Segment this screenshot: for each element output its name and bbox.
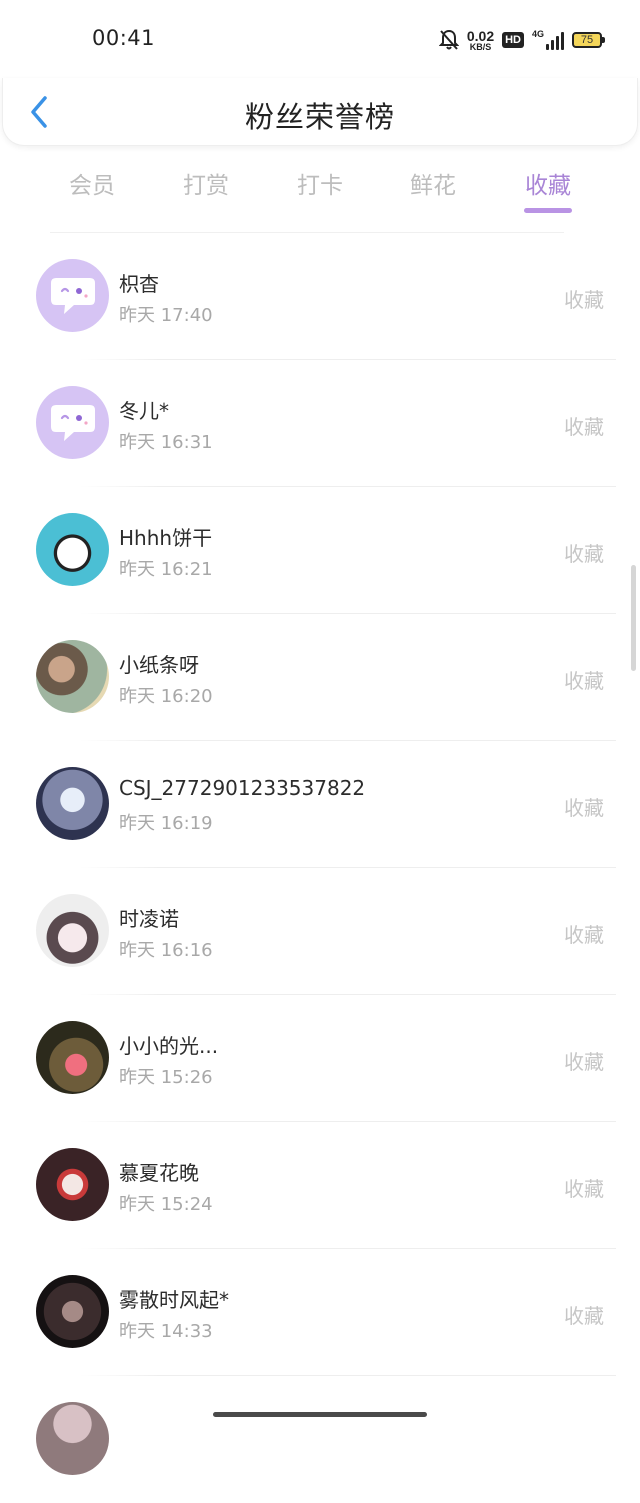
status-icons: 0.02 KB/S HD 4G 75: [438, 26, 605, 54]
list-item[interactable]: 枳杳 昨天 17:40 收藏: [0, 233, 640, 360]
list-item[interactable]: 时凌诺 昨天 16:16 收藏: [0, 868, 640, 995]
favorite-time: 昨天 16:31: [119, 432, 213, 453]
net-speed-unit: KB/S: [469, 41, 492, 52]
avatar[interactable]: [36, 640, 109, 713]
avatar[interactable]: [36, 1402, 109, 1475]
user-name: 小纸条呀: [119, 653, 199, 677]
user-name: 冬儿*: [119, 399, 169, 423]
tab-favorites[interactable]: 收藏: [508, 166, 588, 200]
favorite-time: 昨天 17:40: [119, 305, 213, 326]
action-label: 收藏: [564, 542, 604, 566]
list-item-partial[interactable]: [0, 1376, 640, 1503]
tab-flowers[interactable]: 鲜花: [393, 166, 473, 200]
list-item[interactable]: CSJ_2772901233537822 昨天 16:19 收藏: [0, 741, 640, 868]
scrollbar[interactable]: [631, 565, 636, 671]
user-name: 雾散时风起*: [119, 1288, 229, 1312]
action-label: 收藏: [564, 1304, 604, 1328]
net-speed-value: 0.02: [466, 27, 495, 44]
page-title: 粉丝荣誉榜: [244, 100, 395, 134]
net-speed: 0.02 KB/S: [467, 29, 494, 52]
app-header: 粉丝荣誉榜: [2, 78, 638, 146]
user-name: 枳杳: [119, 272, 159, 296]
favorite-time: 昨天 15:24: [119, 1194, 213, 1215]
favorite-time: 昨天 16:16: [119, 940, 213, 961]
home-indicator[interactable]: [213, 1412, 427, 1417]
favorite-time: 昨天 14:33: [119, 1321, 213, 1342]
avatar[interactable]: [36, 1148, 109, 1221]
list-item[interactable]: Hhhh饼干 昨天 16:21 收藏: [0, 487, 640, 614]
avatar[interactable]: [36, 894, 109, 967]
user-name: 小小的光...: [119, 1034, 219, 1058]
list-item[interactable]: 冬儿* 昨天 16:31 收藏: [0, 360, 640, 487]
action-label: 收藏: [564, 1050, 604, 1074]
chat-bubble-icon: [50, 404, 95, 441]
action-label: 收藏: [564, 288, 604, 312]
list-item[interactable]: 小小的光... 昨天 15:26 收藏: [0, 995, 640, 1122]
status-bar: 00:41 0.02 KB/S HD 4G 75: [0, 0, 640, 80]
action-label: 收藏: [564, 923, 604, 947]
avatar[interactable]: [36, 513, 109, 586]
battery-icon: 75: [572, 32, 605, 48]
user-name: 慕夏花晚: [119, 1161, 199, 1185]
tab-member[interactable]: 会员: [52, 166, 132, 200]
favorite-time: 昨天 16:20: [119, 686, 213, 707]
avatar[interactable]: [36, 259, 109, 332]
tab-bar: 会员 打赏 打卡 鲜花 收藏: [0, 160, 640, 220]
avatar[interactable]: [36, 1275, 109, 1348]
hd-icon: HD: [502, 32, 524, 48]
action-label: 收藏: [564, 415, 604, 439]
tab-checkin[interactable]: 打卡: [280, 166, 360, 200]
favorite-time: 昨天 15:26: [119, 1067, 213, 1088]
avatar[interactable]: [36, 1021, 109, 1094]
list-item[interactable]: 小纸条呀 昨天 16:20 收藏: [0, 614, 640, 741]
chat-bubble-icon: [50, 277, 95, 314]
battery-level: 75: [580, 34, 594, 46]
action-label: 收藏: [564, 669, 604, 693]
avatar[interactable]: [36, 767, 109, 840]
tab-active-indicator: [524, 208, 572, 213]
tab-reward[interactable]: 打赏: [166, 166, 246, 200]
user-name: Hhhh饼干: [119, 526, 213, 550]
user-name: CSJ_2772901233537822: [119, 776, 366, 800]
bell-off-icon: [438, 29, 459, 50]
user-name: 时凌诺: [119, 907, 179, 931]
list-item[interactable]: 慕夏花晚 昨天 15:24 收藏: [0, 1122, 640, 1249]
signal-label: 4G: [532, 29, 545, 39]
fan-list: 枳杳 昨天 17:40 收藏 冬儿* 昨天 16:31 收藏 Hhhh饼干 昨天…: [0, 232, 640, 1503]
favorite-time: 昨天 16:19: [119, 813, 213, 834]
action-label: 收藏: [564, 796, 604, 820]
favorite-time: 昨天 16:21: [119, 559, 213, 580]
avatar[interactable]: [36, 386, 109, 459]
signal-icon: 4G: [532, 29, 564, 50]
status-time: 00:41: [92, 26, 156, 50]
list-item[interactable]: 雾散时风起* 昨天 14:33 收藏: [0, 1249, 640, 1376]
action-label: 收藏: [564, 1177, 604, 1201]
